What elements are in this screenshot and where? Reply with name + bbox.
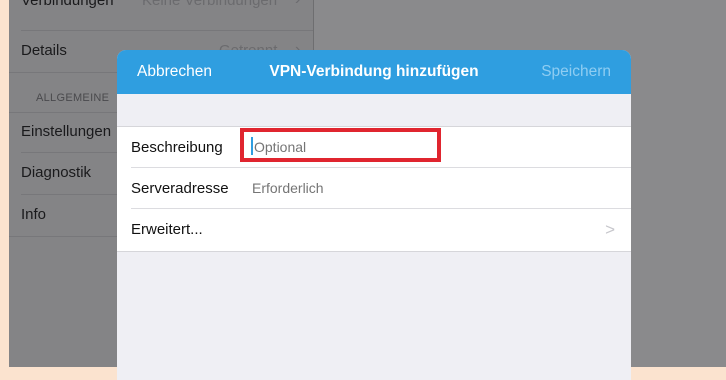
chevron-right-icon: >	[605, 220, 615, 239]
highlight-box	[240, 128, 441, 162]
section-header-general: ALLGEMEINE	[36, 92, 110, 104]
description-label: Beschreibung	[131, 139, 223, 156]
server-address-input[interactable]	[252, 180, 552, 196]
chevron-right-icon: ›	[295, 0, 300, 9]
advanced-label: Erweitert...	[131, 221, 203, 238]
sidebar-item-settings: Einstellungen	[21, 123, 112, 140]
save-button[interactable]: Speichern	[541, 63, 611, 81]
connections-label: Verbindungen	[21, 0, 114, 9]
connections-value: Keine Verbindungen	[142, 0, 278, 9]
modal-nav-bar: Abbrechen VPN-Verbindung hinzufügen Spei…	[117, 50, 631, 94]
add-vpn-modal: Abbrechen VPN-Verbindung hinzufügen Spei…	[117, 50, 631, 380]
advanced-row[interactable]: Erweitert... >	[117, 209, 631, 250]
server-label: Serveradresse	[131, 180, 229, 197]
sidebar-item-diagnostics: Diagnostik	[21, 164, 92, 181]
divider	[21, 30, 313, 31]
details-label: Details	[21, 42, 67, 59]
server-row[interactable]: Serveradresse	[117, 168, 631, 209]
sidebar-item-info: Info	[21, 206, 47, 223]
